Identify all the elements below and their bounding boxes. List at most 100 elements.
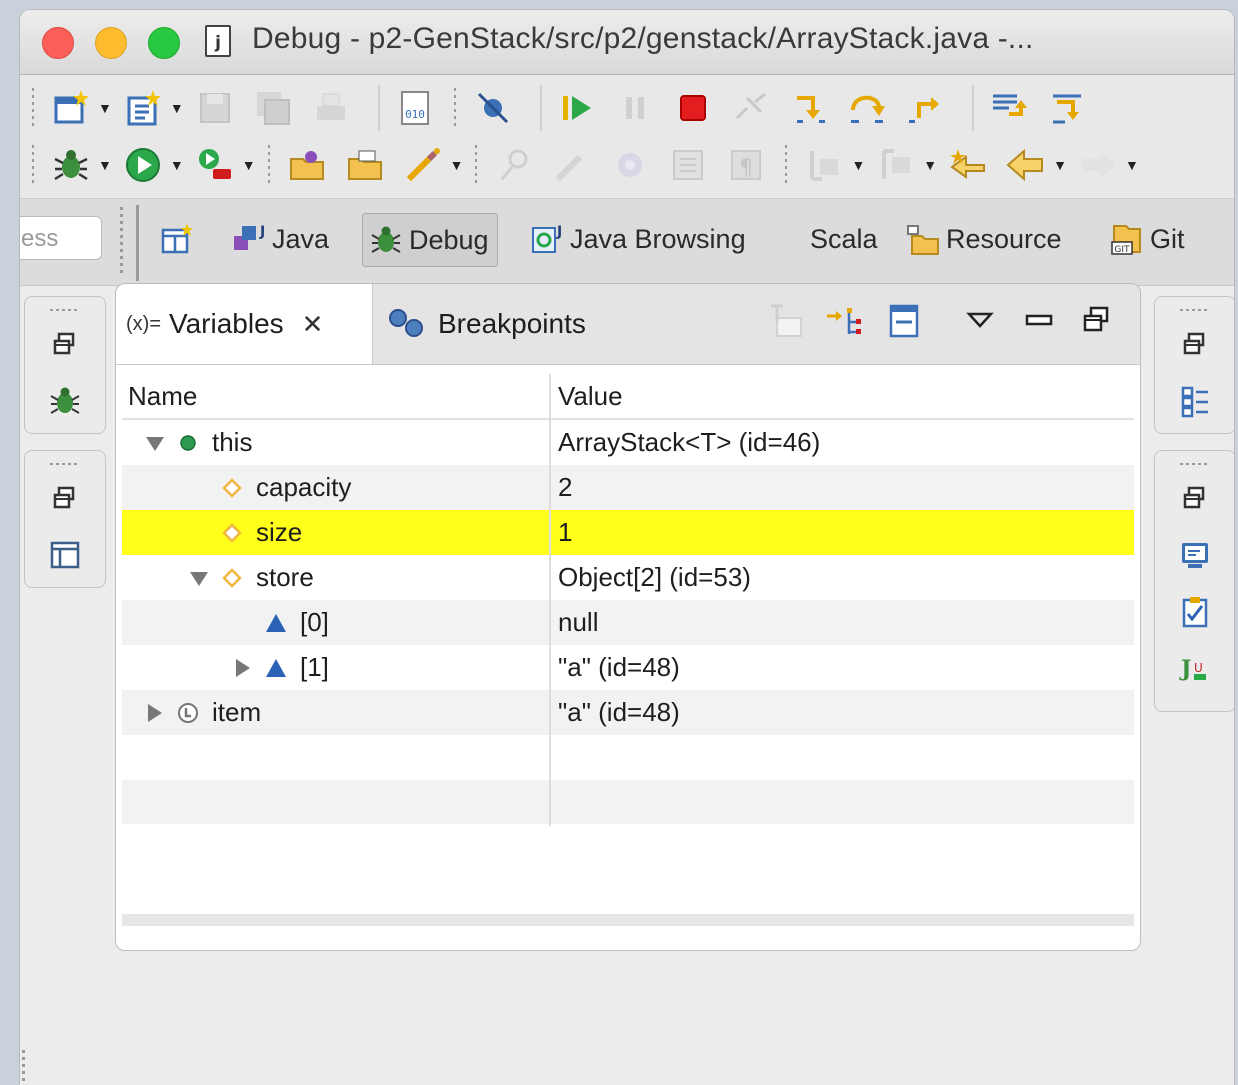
outline-icon[interactable]: [1155, 373, 1234, 429]
view-tab-bar: (x)= Variables ✕ Breakpoints: [116, 284, 1140, 365]
debug-bug-icon[interactable]: [48, 142, 94, 188]
perspective-scala[interactable]: Scala: [810, 213, 878, 265]
horizontal-scrollbar[interactable]: [122, 914, 1134, 926]
editor-area-icon[interactable]: [25, 527, 105, 583]
step-into-icon[interactable]: [786, 85, 832, 131]
trim-stack-grip[interactable]: [50, 303, 80, 317]
previous-annotation-dropdown-icon: ▼: [923, 157, 938, 173]
terminate-icon[interactable]: [670, 85, 716, 131]
debug-dropdown-icon[interactable]: ▼: [98, 157, 112, 173]
restore-icon[interactable]: [25, 317, 105, 373]
variables-view-panel: (x)= Variables ✕ Breakpoints Name Value: [115, 283, 1141, 951]
save-all-icon: [250, 85, 296, 131]
restore-icon[interactable]: [1155, 471, 1234, 527]
table-row[interactable]: item "a" (id=48): [122, 690, 1134, 735]
expanded-twisty-icon[interactable]: [188, 567, 210, 589]
close-window-button[interactable]: [42, 27, 74, 59]
trim-stack-grip[interactable]: [1180, 457, 1210, 471]
search-dropdown-icon[interactable]: ▼: [450, 157, 464, 173]
collapsed-twisty-icon[interactable]: [232, 657, 254, 679]
maximize-window-button[interactable]: [148, 27, 180, 59]
open-perspective-button[interactable]: [160, 213, 200, 265]
table-row[interactable]: store Object[2] (id=53): [122, 555, 1134, 600]
trim-stack-grip[interactable]: [50, 457, 80, 471]
new-class-icon[interactable]: [120, 85, 166, 131]
step-over-icon[interactable]: [844, 85, 890, 131]
perspective-java[interactable]: J Java: [232, 213, 329, 265]
column-divider[interactable]: [549, 374, 551, 826]
perspective-resource[interactable]: Resource: [906, 213, 1062, 265]
view-menu-icon[interactable]: [960, 301, 1000, 341]
variables-tree-table[interactable]: Name Value this ArrayStack<T> (id=46) ca…: [122, 374, 1134, 928]
toolbar-grip[interactable]: [32, 145, 38, 185]
table-row[interactable]: [1] "a" (id=48): [122, 645, 1134, 690]
perspective-bar-grip[interactable]: [120, 207, 126, 273]
toolbar-grip[interactable]: [785, 145, 792, 185]
run-dropdown-icon[interactable]: ▼: [170, 157, 184, 173]
run-icon[interactable]: [120, 142, 166, 188]
tasks-icon[interactable]: [1155, 583, 1234, 639]
mark-occurrences-icon: [549, 142, 595, 188]
trim-stack-grip[interactable]: [1180, 303, 1210, 317]
collapse-all-icon[interactable]: [882, 301, 922, 341]
console-icon[interactable]: [1155, 527, 1234, 583]
open-type-icon[interactable]: [284, 142, 330, 188]
last-edit-location-icon[interactable]: [945, 142, 991, 188]
expanded-twisty-icon[interactable]: [144, 432, 166, 454]
collapsed-twisty-icon[interactable]: [144, 702, 166, 724]
block-selection-icon: [607, 142, 653, 188]
quick-access-field[interactable]: ess: [20, 216, 102, 260]
minimize-window-button[interactable]: [95, 27, 127, 59]
drop-to-frame-icon[interactable]: [986, 85, 1032, 131]
show-logical-structure-icon[interactable]: [824, 301, 864, 341]
table-row-selected[interactable]: size 1: [122, 510, 1134, 555]
external-tools-icon[interactable]: [192, 142, 238, 188]
empty-row: [122, 735, 1134, 780]
svg-text:¶: ¶: [739, 156, 753, 181]
toolbar-grip[interactable]: [32, 88, 38, 128]
external-tools-dropdown-icon[interactable]: ▼: [242, 157, 256, 173]
search-wand-icon[interactable]: [400, 142, 446, 188]
table-row[interactable]: this ArrayStack<T> (id=46): [122, 420, 1134, 465]
toolbar-grip[interactable]: [453, 88, 460, 128]
table-row[interactable]: capacity 2: [122, 465, 1134, 510]
close-tab-icon[interactable]: ✕: [302, 309, 324, 340]
column-header-name[interactable]: Name: [128, 374, 197, 418]
open-perspective-icon: [161, 223, 193, 254]
perspective-resource-label: Resource: [946, 223, 1062, 254]
status-bar-grip[interactable]: [22, 1050, 28, 1085]
right-trim-stack-2: JU: [1154, 450, 1234, 712]
binary-file-icon[interactable]: 010: [392, 85, 438, 131]
svg-text:010: 010: [405, 108, 425, 121]
tab-variables[interactable]: (x)= Variables ✕: [116, 284, 373, 364]
use-step-filters-icon[interactable]: [1044, 85, 1090, 131]
toolbar-grip[interactable]: [267, 145, 274, 185]
back-dropdown-icon[interactable]: ▼: [1053, 157, 1067, 173]
restore-icon[interactable]: [25, 471, 105, 527]
new-icon[interactable]: [48, 85, 94, 131]
restore-icon[interactable]: [1155, 317, 1234, 373]
step-return-icon[interactable]: [902, 85, 948, 131]
tab-breakpoints[interactable]: Breakpoints: [384, 284, 586, 364]
maximize-view-icon[interactable]: [1076, 301, 1116, 341]
toolbar-separator: [971, 85, 974, 131]
minimize-view-icon[interactable]: [1018, 301, 1058, 341]
toolbar-grip[interactable]: [475, 145, 482, 185]
title-bar[interactable]: j Debug - p2-GenStack/src/p2/genstack/Ar…: [20, 10, 1234, 75]
perspective-java-browsing[interactable]: J Java Browsing: [530, 213, 746, 265]
new-dropdown-icon[interactable]: ▼: [98, 100, 112, 116]
table-row[interactable]: [0] null: [122, 600, 1134, 645]
open-task-icon[interactable]: [342, 142, 388, 188]
svg-text:J: J: [556, 224, 562, 240]
column-header-value[interactable]: Value: [558, 374, 623, 418]
perspective-git[interactable]: GIT Git: [1110, 213, 1185, 265]
perspective-debug[interactable]: Debug: [362, 213, 498, 267]
variable-name: [1]: [300, 652, 329, 682]
resume-icon[interactable]: [554, 85, 600, 131]
field-diamond-icon: [220, 566, 244, 590]
skip-breakpoints-icon[interactable]: [470, 85, 516, 131]
debug-view-bug-icon[interactable]: [25, 373, 105, 429]
new-class-dropdown-icon[interactable]: ▼: [170, 100, 184, 116]
back-icon[interactable]: [1003, 142, 1049, 188]
junit-icon[interactable]: JU: [1155, 639, 1234, 695]
